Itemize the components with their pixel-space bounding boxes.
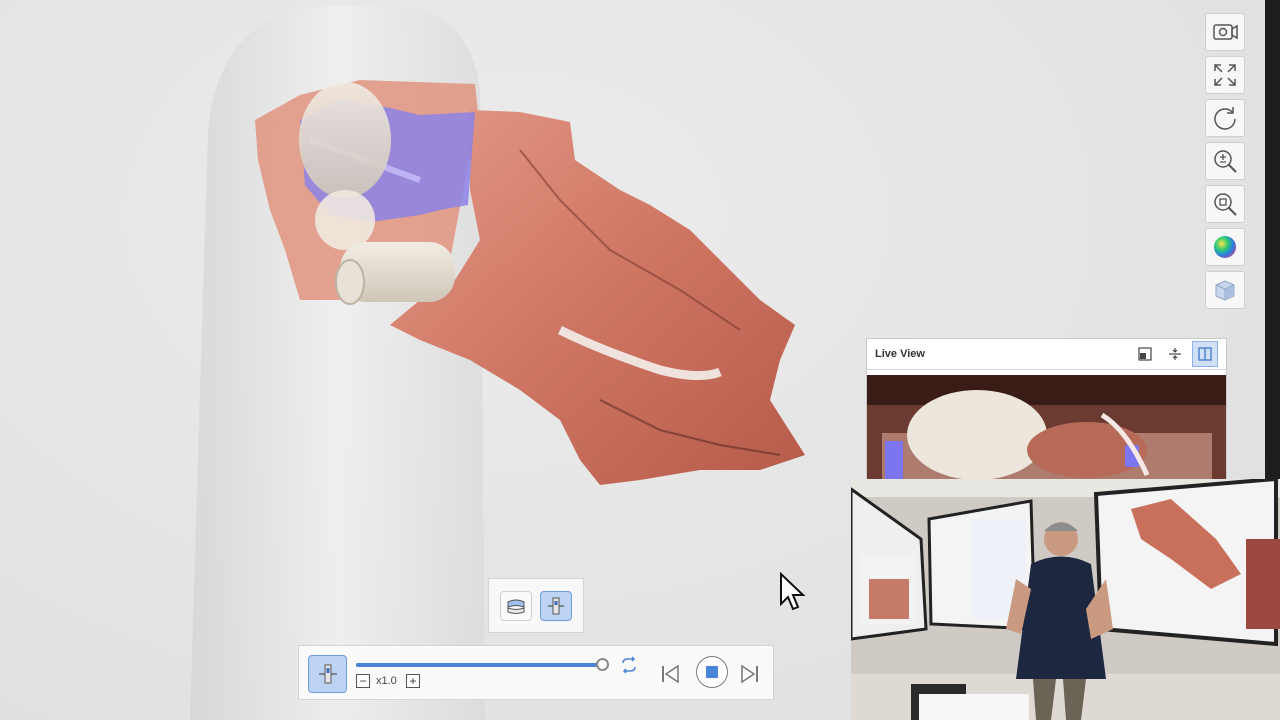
skip-to-end-icon[interactable] — [739, 663, 761, 685]
screenshot-icon — [1213, 24, 1238, 40]
scan-mode-selector — [488, 578, 584, 633]
color-map-icon — [1214, 236, 1236, 258]
scan-body-mode-icon — [548, 597, 564, 614]
view-toolbar — [1205, 13, 1247, 314]
presenter-video-image — [851, 479, 1280, 720]
reset-rotation-icon — [1214, 107, 1236, 130]
playback-progress-handle[interactable] — [596, 658, 609, 671]
speed-decrease-button[interactable]: − — [356, 674, 370, 688]
panel-layout-button[interactable] — [1192, 341, 1218, 367]
speed-increase-button[interactable]: + — [406, 674, 420, 688]
live-view-header: Live View — [867, 339, 1226, 370]
playback-mode-button[interactable] — [308, 655, 347, 693]
live-view-panel: Live View — [866, 338, 1227, 481]
live-camera-feed — [867, 375, 1226, 481]
cube-view-button[interactable] — [1205, 271, 1245, 309]
picture-in-picture-button[interactable] — [1132, 341, 1158, 367]
loop-icon[interactable] — [619, 656, 639, 674]
playback-progress-fill — [356, 663, 602, 667]
denture-mode-button[interactable] — [500, 590, 532, 621]
color-map-button[interactable] — [1205, 228, 1245, 266]
zoom-button[interactable] — [1205, 142, 1245, 180]
zoom-region-button[interactable] — [1205, 185, 1245, 223]
stop-icon — [706, 666, 718, 678]
picture-in-picture-icon — [1138, 347, 1152, 361]
zoom-in-out-icon — [1214, 150, 1237, 173]
zoom-region-icon — [1214, 193, 1237, 216]
scan-body-mode-icon — [318, 664, 337, 684]
split-vertical-icon — [1169, 348, 1181, 360]
reset-rotation-button[interactable] — [1205, 99, 1245, 137]
fit-view-button[interactable] — [1205, 56, 1245, 94]
stop-button[interactable] — [696, 656, 728, 688]
playback-speed-label: x1.0 — [376, 675, 397, 687]
split-vertical-button[interactable] — [1162, 341, 1188, 367]
denture-mode-icon — [507, 599, 525, 614]
playback-bar: − x1.0 + — [298, 645, 774, 700]
live-camera-image — [867, 375, 1226, 481]
presenter-webcam-overlay — [851, 479, 1280, 720]
screenshot-button[interactable] — [1205, 13, 1245, 51]
playback-progress-track[interactable] — [356, 658, 609, 671]
mouse-cursor-icon — [780, 572, 806, 611]
cube-view-icon — [1215, 280, 1235, 301]
scan-body-mode-button[interactable] — [540, 590, 572, 621]
live-view-title: Live View — [875, 348, 925, 360]
skip-to-start-icon[interactable] — [659, 663, 681, 685]
panel-layout-icon — [1198, 347, 1212, 361]
fit-view-icon — [1214, 64, 1236, 86]
